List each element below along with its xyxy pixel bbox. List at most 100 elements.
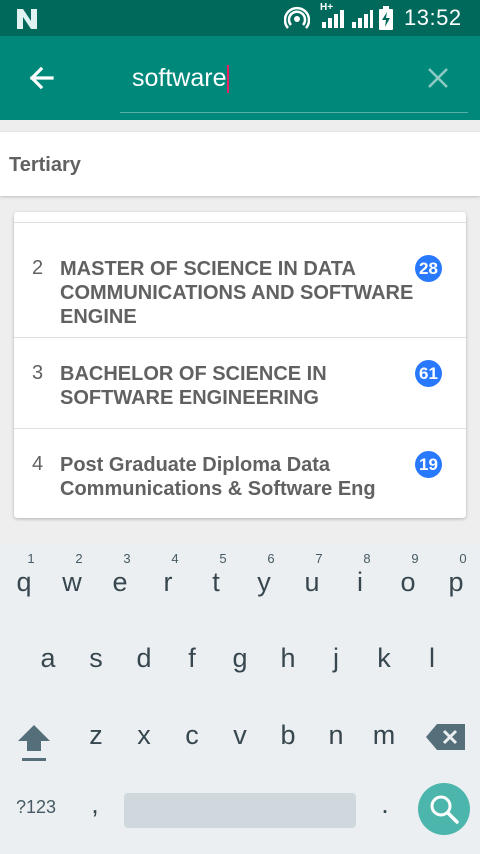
key-hint: 0 bbox=[459, 551, 467, 566]
key-label: r bbox=[163, 567, 173, 597]
item-number: 4 bbox=[32, 453, 44, 475]
key-w[interactable]: 2w bbox=[48, 543, 96, 609]
key-i[interactable]: 8i bbox=[336, 543, 384, 609]
item-title: MASTER OF SCIENCE IN DATA COMMUNICATIONS… bbox=[60, 258, 414, 328]
key-label: k bbox=[377, 643, 391, 673]
search-app-bar: software bbox=[0, 36, 480, 120]
key-label: j bbox=[333, 643, 339, 673]
item-title: BACHELOR OF SCIENCE IN SOFTWARE ENGINEER… bbox=[60, 363, 327, 409]
key-label: c bbox=[185, 720, 199, 750]
key-k[interactable]: k bbox=[360, 643, 408, 709]
key-v[interactable]: v bbox=[216, 720, 264, 786]
count-badge: 19 bbox=[415, 451, 442, 478]
count-badge: 28 bbox=[415, 255, 442, 282]
key-u[interactable]: 7u bbox=[288, 543, 336, 609]
key-hint: 3 bbox=[123, 551, 131, 566]
key-label: e bbox=[112, 567, 128, 597]
key-label: l bbox=[429, 643, 435, 673]
key-hint: 4 bbox=[171, 551, 179, 566]
key-c[interactable]: c bbox=[168, 720, 216, 786]
battery-charging-icon bbox=[379, 6, 393, 30]
key-label: y bbox=[257, 567, 271, 597]
key-o[interactable]: 9o bbox=[384, 543, 432, 609]
key-label: g bbox=[232, 643, 248, 673]
key-hint: 7 bbox=[315, 551, 323, 566]
key-label: o bbox=[400, 567, 416, 597]
key-label: s bbox=[89, 643, 103, 673]
key-l[interactable]: l bbox=[408, 643, 456, 709]
key-j[interactable]: j bbox=[312, 643, 360, 709]
key-r[interactable]: 4r bbox=[144, 543, 192, 609]
key-label: u bbox=[304, 567, 320, 597]
key-hint: 5 bbox=[219, 551, 227, 566]
section-header-card: Tertiary bbox=[0, 132, 480, 196]
key-n[interactable]: n bbox=[312, 720, 360, 786]
notification-n-icon bbox=[17, 9, 37, 29]
key-z[interactable]: z bbox=[72, 720, 120, 786]
key-f[interactable]: f bbox=[168, 643, 216, 709]
key-label: q bbox=[16, 567, 32, 597]
period-key[interactable]: . bbox=[370, 789, 400, 829]
key-q[interactable]: 1q bbox=[0, 543, 48, 609]
section-title: Tertiary bbox=[9, 154, 81, 176]
key-h[interactable]: h bbox=[264, 643, 312, 709]
key-label: w bbox=[62, 567, 82, 597]
key-label: x bbox=[137, 720, 151, 750]
hotspot-icon bbox=[284, 6, 310, 29]
key-label: a bbox=[40, 643, 56, 673]
search-input[interactable]: software bbox=[120, 58, 420, 98]
key-hint: 2 bbox=[75, 551, 83, 566]
item-title: Post Graduate Diploma Data Communication… bbox=[60, 454, 376, 500]
key-p[interactable]: 0p bbox=[432, 543, 480, 609]
list-item[interactable]: 2 MASTER OF SCIENCE IN DATA COMMUNICATIO… bbox=[14, 222, 466, 338]
key-hint: 1 bbox=[27, 551, 35, 566]
key-x[interactable]: x bbox=[120, 720, 168, 786]
key-label: t bbox=[212, 567, 220, 597]
key-label: b bbox=[280, 720, 296, 750]
list-item[interactable]: 3 BACHELOR OF SCIENCE IN SOFTWARE ENGINE… bbox=[14, 337, 466, 428]
back-arrow-icon[interactable] bbox=[22, 58, 62, 98]
key-s[interactable]: s bbox=[72, 643, 120, 709]
key-label: z bbox=[89, 720, 103, 750]
key-hint: 6 bbox=[267, 551, 275, 566]
key-label: f bbox=[188, 643, 196, 673]
results-list: 2 MASTER OF SCIENCE IN DATA COMMUNICATIO… bbox=[14, 212, 466, 518]
text-cursor bbox=[227, 65, 230, 94]
key-m[interactable]: m bbox=[360, 720, 408, 786]
key-t[interactable]: 5t bbox=[192, 543, 240, 609]
search-action-key[interactable] bbox=[418, 783, 470, 835]
search-query-text: software bbox=[132, 64, 227, 92]
key-d[interactable]: d bbox=[120, 643, 168, 709]
status-bar: H+ 13:52 bbox=[0, 0, 480, 36]
clock: 13:52 bbox=[404, 5, 462, 30]
key-y[interactable]: 6y bbox=[240, 543, 288, 609]
item-number: 2 bbox=[32, 257, 44, 279]
key-label: n bbox=[328, 720, 344, 750]
key-label: v bbox=[233, 720, 247, 750]
key-a[interactable]: a bbox=[24, 643, 72, 709]
key-hint: 8 bbox=[363, 551, 371, 566]
symbols-key[interactable]: ?123 bbox=[8, 797, 64, 821]
key-g[interactable]: g bbox=[216, 643, 264, 709]
comma-key[interactable]: , bbox=[80, 789, 110, 829]
search-icon bbox=[430, 795, 459, 824]
item-number: 3 bbox=[32, 362, 44, 384]
key-b[interactable]: b bbox=[264, 720, 312, 786]
list-item[interactable]: 4 Post Graduate Diploma Data Communicati… bbox=[14, 428, 466, 518]
key-hint: 9 bbox=[411, 551, 419, 566]
key-label: h bbox=[280, 643, 296, 673]
signal-icon bbox=[322, 10, 344, 28]
key-label: p bbox=[448, 567, 464, 597]
clear-search-icon[interactable] bbox=[420, 60, 456, 96]
search-underline bbox=[120, 112, 468, 113]
shift-icon[interactable] bbox=[12, 719, 56, 763]
soft-keyboard: 1q2w3e4r5t6y7u8i9o0p asdfghjkl zxcvbnm ?… bbox=[0, 543, 480, 854]
key-label: i bbox=[357, 567, 363, 597]
key-e[interactable]: 3e bbox=[96, 543, 144, 609]
key-label: d bbox=[136, 643, 152, 673]
backspace-icon[interactable] bbox=[424, 721, 468, 753]
count-badge: 61 bbox=[415, 360, 442, 387]
key-label: m bbox=[372, 720, 396, 750]
space-key[interactable] bbox=[124, 793, 356, 828]
signal-2-icon bbox=[352, 10, 373, 28]
